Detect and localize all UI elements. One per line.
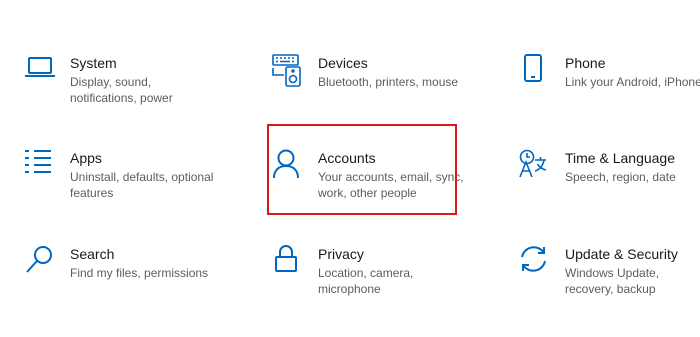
language-icon [519,149,551,183]
tile-description: Your accounts, email, sync, work, other … [318,170,464,200]
tile-description: Display, sound, notifications, power [70,75,173,105]
tile-title: Privacy [318,246,364,262]
list-icon [24,149,56,183]
tile-description: Find my files, permissions [70,266,209,280]
tile-title: Accounts [318,150,376,166]
tile-description: Speech, region, date [565,170,676,184]
tile-description: Link your Android, iPhone [565,75,700,89]
lock-icon [272,245,304,279]
tile-description: Windows Update, recovery, backup [565,266,660,296]
tile-description: Bluetooth, printers, mouse [318,75,459,89]
tile-title: Time & Language [565,150,675,166]
tile-title: Phone [565,55,606,71]
tile-title: Search [70,246,115,262]
tile-description: Location, camera, microphone [318,266,414,296]
laptop-icon [24,54,56,88]
person-icon [272,149,304,183]
phone-icon [519,54,551,88]
keyboard-speaker-icon [272,54,304,88]
tile-title: System [70,55,117,71]
tile-title: Update & Security [565,246,678,262]
sync-icon [519,245,551,279]
search-icon [24,245,56,279]
tile-title: Devices [318,55,368,71]
tile-title: Apps [70,150,102,166]
tile-description: Uninstall, defaults, optional features [70,170,214,200]
